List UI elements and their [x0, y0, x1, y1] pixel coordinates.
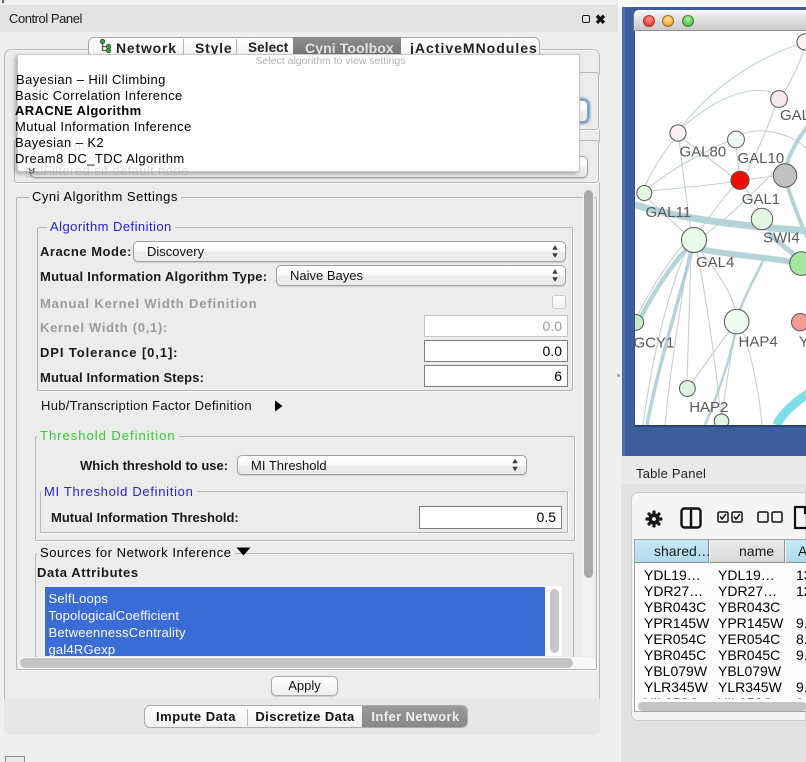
svg-text:GCY1: GCY1 — [635, 335, 674, 352]
svg-text:GAL4: GAL4 — [696, 254, 734, 271]
svg-text:HAP4: HAP4 — [739, 334, 778, 351]
svg-text:GAL80: GAL80 — [680, 144, 727, 161]
svg-text:Y: Y — [799, 334, 806, 351]
svg-text:GAL1: GAL1 — [742, 191, 780, 208]
svg-text:HAP2: HAP2 — [689, 399, 728, 416]
svg-text:GAL11: GAL11 — [646, 204, 692, 221]
svg-text:SWI4: SWI4 — [763, 230, 800, 247]
svg-text:GAL7: GAL7 — [780, 107, 806, 124]
svg-text:GAL10: GAL10 — [738, 150, 785, 167]
